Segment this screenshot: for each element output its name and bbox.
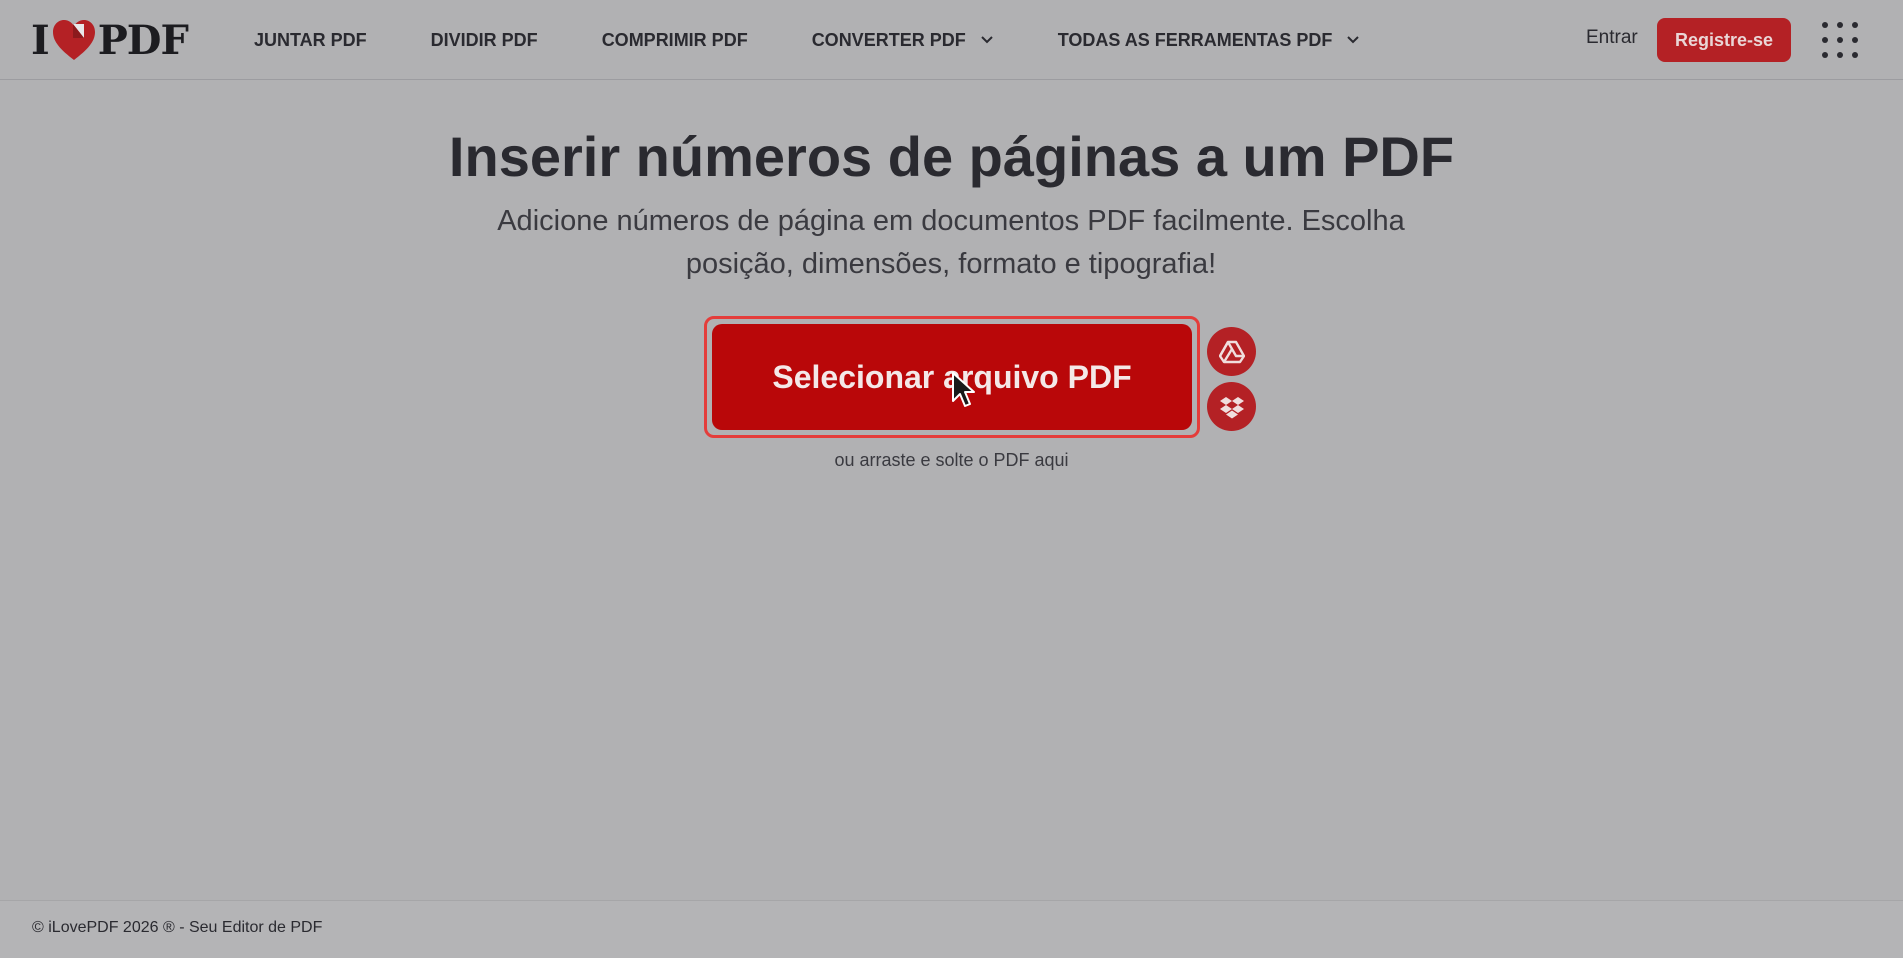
drag-drop-hint: ou arraste e solte o PDF aqui — [834, 450, 1069, 470]
apps-dot — [1837, 22, 1843, 28]
nav-item-label: JUNTAR PDF — [254, 29, 367, 50]
mouse-cursor-icon — [952, 372, 975, 407]
apps-dot — [1822, 52, 1828, 58]
main-nav: JUNTAR PDF DIVIDIR PDF COMPRIMIR PDF CON… — [254, 0, 1424, 80]
apps-dot — [1837, 52, 1843, 58]
nav-item-dividir-pdf[interactable]: DIVIDIR PDF — [431, 30, 538, 51]
nav-item-label: COMPRIMIR PDF — [601, 29, 748, 50]
logo-letters-pdf: PDF — [97, 16, 189, 64]
apps-menu-icon[interactable] — [1820, 20, 1860, 60]
footer: © iLovePDF 2026 ® - Seu Editor de PDF — [0, 900, 1903, 958]
ilovepdf-logo[interactable]: I PDF — [31, 16, 189, 64]
apps-dot — [1822, 37, 1828, 43]
chevron-down-icon — [1347, 36, 1360, 44]
logo-letter-i: I — [31, 16, 50, 64]
nav-item-comprimir-pdf[interactable]: COMPRIMIR PDF — [602, 30, 748, 51]
apps-dot — [1852, 37, 1858, 43]
nav-item-converter-pdf[interactable]: CONVERTER PDF — [812, 30, 994, 51]
apps-dot — [1852, 52, 1858, 58]
google-drive-icon — [1218, 340, 1245, 363]
nav-item-label: CONVERTER PDF — [811, 29, 966, 50]
dropbox-button[interactable] — [1207, 382, 1256, 431]
google-drive-button[interactable] — [1207, 327, 1256, 376]
heart-logo-icon — [52, 20, 95, 60]
page-subtitle: Adicione números de página em documentos… — [497, 205, 1405, 280]
apps-dot — [1852, 22, 1858, 28]
nav-item-label: TODAS AS FERRAMENTAS PDF — [1057, 29, 1333, 50]
apps-dot — [1837, 37, 1843, 43]
dropbox-icon — [1219, 396, 1244, 418]
login-link[interactable]: Entrar — [1586, 27, 1638, 49]
nav-item-label: DIVIDIR PDF — [430, 29, 538, 50]
nav-item-juntar-pdf[interactable]: JUNTAR PDF — [254, 30, 367, 51]
register-button[interactable]: Registre-se — [1657, 18, 1791, 62]
nav-item-todas-as-ferramentas[interactable]: TODAS AS FERRAMENTAS PDF — [1058, 30, 1361, 51]
apps-dot — [1822, 22, 1828, 28]
top-navbar: I PDF JUNTAR PDF DIVIDIR PDF COMPRIMIR P… — [0, 0, 1903, 80]
footer-copyright: © iLovePDF 2026 ® - Seu Editor de PDF — [32, 919, 323, 936]
page-title: Inserir números de páginas a um PDF — [448, 125, 1455, 188]
chevron-down-icon — [980, 36, 993, 44]
